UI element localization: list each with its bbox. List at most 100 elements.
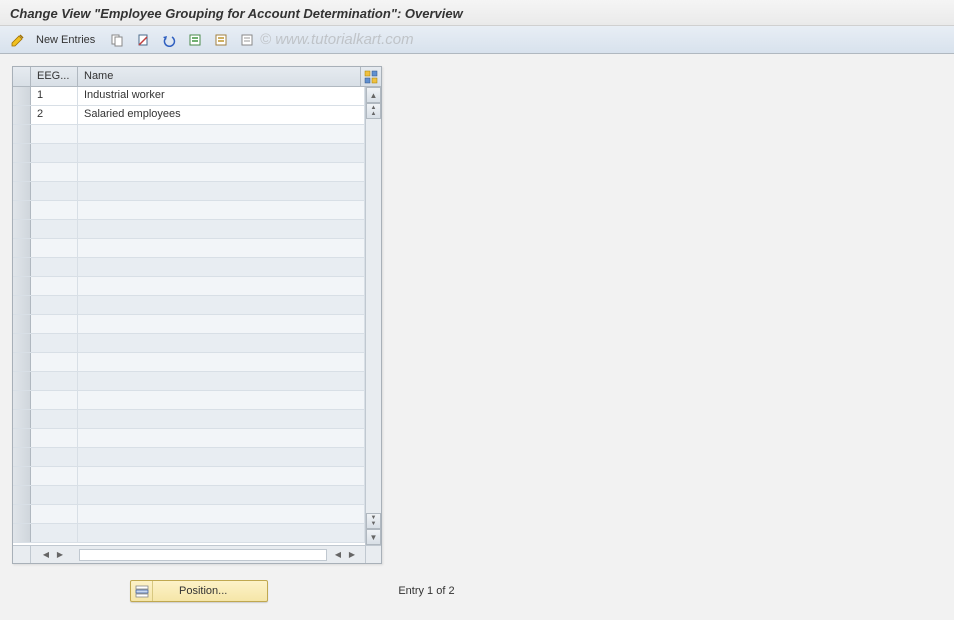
cell-eeg[interactable] <box>31 125 78 143</box>
row-selector[interactable] <box>13 106 31 124</box>
row-selector[interactable] <box>13 239 31 257</box>
cell-name[interactable] <box>78 486 365 504</box>
cell-eeg[interactable] <box>31 182 78 200</box>
table-row: 2Salaried employees <box>13 106 365 125</box>
row-selector[interactable] <box>13 448 31 466</box>
cell-eeg[interactable] <box>31 258 78 276</box>
watermark-text: © www.tutorialkart.com <box>260 31 414 48</box>
cell-name[interactable] <box>78 353 365 371</box>
row-selector[interactable] <box>13 125 31 143</box>
row-selector[interactable] <box>13 391 31 409</box>
select-block-icon[interactable] <box>211 30 231 50</box>
cell-eeg[interactable] <box>31 524 78 542</box>
row-selector[interactable] <box>13 258 31 276</box>
cell-eeg[interactable] <box>31 372 78 390</box>
cell-name[interactable] <box>78 467 365 485</box>
cell-eeg[interactable] <box>31 391 78 409</box>
content-area: EEG... Name 1Industrial worker2Salaried … <box>0 54 954 570</box>
scroll-right-icon[interactable]: ▶ <box>53 548 67 562</box>
row-selector[interactable] <box>13 201 31 219</box>
h-scroll-track[interactable] <box>79 549 327 561</box>
toggle-display-change-icon[interactable] <box>8 30 28 50</box>
cell-eeg[interactable] <box>31 429 78 447</box>
column-header-name[interactable]: Name <box>78 67 361 86</box>
cell-name[interactable] <box>78 125 365 143</box>
scroll-up-icon[interactable]: ▲ <box>366 87 381 103</box>
cell-name[interactable] <box>78 315 365 333</box>
cell-eeg[interactable] <box>31 239 78 257</box>
row-selector[interactable] <box>13 429 31 447</box>
select-all-rows[interactable] <box>13 67 31 86</box>
cell-eeg[interactable] <box>31 277 78 295</box>
cell-eeg[interactable] <box>31 353 78 371</box>
cell-name[interactable] <box>78 429 365 447</box>
cell-eeg[interactable] <box>31 144 78 162</box>
undo-change-icon[interactable] <box>159 30 179 50</box>
cell-name[interactable] <box>78 277 365 295</box>
cell-name[interactable] <box>78 296 365 314</box>
cell-eeg[interactable] <box>31 220 78 238</box>
cell-name[interactable] <box>78 220 365 238</box>
scroll-track[interactable] <box>366 119 381 513</box>
row-selector[interactable] <box>13 220 31 238</box>
cell-name[interactable] <box>78 182 365 200</box>
row-selector[interactable] <box>13 277 31 295</box>
cell-name[interactable] <box>78 448 365 466</box>
row-selector[interactable] <box>13 410 31 428</box>
cell-eeg[interactable] <box>31 334 78 352</box>
row-selector[interactable] <box>13 524 31 542</box>
row-selector[interactable] <box>13 182 31 200</box>
cell-name[interactable] <box>78 334 365 352</box>
cell-name[interactable]: Salaried employees <box>78 106 365 124</box>
cell-name[interactable] <box>78 372 365 390</box>
deselect-all-icon[interactable] <box>237 30 257 50</box>
scroll-up-page-icon[interactable]: ▲▲ <box>366 103 381 119</box>
column-header-eeg[interactable]: EEG... <box>31 67 78 86</box>
cell-name[interactable] <box>78 410 365 428</box>
cell-name[interactable] <box>78 144 365 162</box>
cell-eeg[interactable] <box>31 410 78 428</box>
scroll-right-end-icon[interactable]: ▶ <box>345 548 359 562</box>
row-selector[interactable] <box>13 163 31 181</box>
row-selector[interactable] <box>13 505 31 523</box>
scroll-left-icon[interactable]: ◀ <box>39 548 53 562</box>
cell-eeg[interactable] <box>31 486 78 504</box>
row-selector[interactable] <box>13 353 31 371</box>
horizontal-scrollbar[interactable]: ◀ ▶ ◀ ▶ <box>13 545 381 563</box>
select-all-icon[interactable] <box>185 30 205 50</box>
new-entries-button[interactable]: New Entries <box>36 34 95 46</box>
cell-name[interactable] <box>78 505 365 523</box>
scroll-left-end-icon[interactable]: ◀ <box>331 548 345 562</box>
cell-eeg[interactable] <box>31 315 78 333</box>
cell-eeg[interactable] <box>31 448 78 466</box>
vertical-scrollbar[interactable]: ▲ ▲▲ ▼▼ ▼ <box>365 87 381 545</box>
row-selector[interactable] <box>13 296 31 314</box>
cell-eeg[interactable] <box>31 201 78 219</box>
row-selector[interactable] <box>13 372 31 390</box>
row-selector[interactable] <box>13 144 31 162</box>
scroll-down-page-icon[interactable]: ▼▼ <box>366 513 381 529</box>
copy-as-icon[interactable] <box>107 30 127 50</box>
position-button[interactable]: Position... <box>130 580 268 602</box>
cell-eeg[interactable] <box>31 505 78 523</box>
cell-name[interactable] <box>78 524 365 542</box>
row-selector[interactable] <box>13 467 31 485</box>
cell-name[interactable] <box>78 201 365 219</box>
cell-name[interactable] <box>78 239 365 257</box>
cell-name[interactable] <box>78 163 365 181</box>
cell-name[interactable] <box>78 391 365 409</box>
row-selector[interactable] <box>13 87 31 105</box>
row-selector[interactable] <box>13 334 31 352</box>
cell-name[interactable] <box>78 258 365 276</box>
cell-eeg[interactable]: 2 <box>31 106 78 124</box>
row-selector[interactable] <box>13 315 31 333</box>
delete-icon[interactable] <box>133 30 153 50</box>
table-settings-icon[interactable] <box>361 67 381 86</box>
cell-name[interactable]: Industrial worker <box>78 87 365 105</box>
cell-eeg[interactable] <box>31 296 78 314</box>
cell-eeg[interactable]: 1 <box>31 87 78 105</box>
cell-eeg[interactable] <box>31 467 78 485</box>
scroll-down-icon[interactable]: ▼ <box>366 529 381 545</box>
cell-eeg[interactable] <box>31 163 78 181</box>
row-selector[interactable] <box>13 486 31 504</box>
